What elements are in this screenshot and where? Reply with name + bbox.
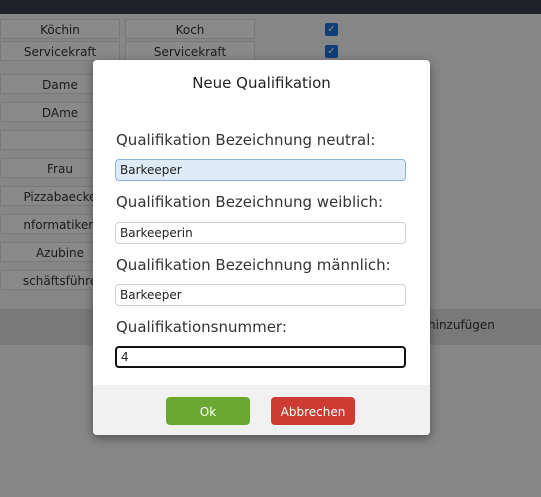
nummer-input[interactable] [115, 346, 406, 368]
maennlich-label: Qualifikation Bezeichnung männlich: [116, 256, 391, 274]
cancel-button[interactable]: Abbrechen [271, 397, 355, 425]
dialog-title: Neue Qualifikation [192, 74, 331, 92]
nummer-label: Qualifikationsnummer: [116, 318, 287, 336]
new-qualification-dialog: Neue Qualifikation Qualifikation Bezeich… [93, 60, 430, 435]
maennlich-input[interactable] [115, 284, 406, 306]
weiblich-input[interactable] [115, 222, 406, 244]
weiblich-label: Qualifikation Bezeichnung weiblich: [116, 193, 384, 211]
neutral-input[interactable] [115, 159, 406, 181]
dialog-footer [93, 385, 430, 435]
neutral-label: Qualifikation Bezeichnung neutral: [116, 131, 376, 149]
ok-button[interactable]: Ok [166, 397, 250, 425]
